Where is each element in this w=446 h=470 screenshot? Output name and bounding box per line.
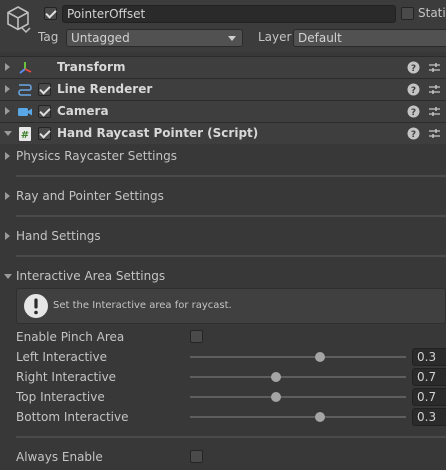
inspector-header: PointerOffset Static Tag Untagged Layer … — [0, 0, 446, 52]
top-interactive-label: Top Interactive — [16, 390, 105, 404]
foldout-title: Ray and Pointer Settings — [16, 189, 164, 203]
foldout-arrow-icon[interactable] — [5, 63, 10, 71]
section-divider — [16, 215, 446, 217]
layer-dropdown[interactable]: Default — [293, 29, 446, 47]
bottom-interactive-slider[interactable] — [190, 416, 406, 418]
component-transform[interactable]: Transform ? — [0, 56, 446, 78]
component-enabled-checkbox[interactable] — [38, 127, 51, 140]
info-icon — [24, 294, 48, 318]
camera-icon — [18, 108, 32, 116]
script-icon: # — [19, 127, 31, 141]
preset-settings-icon[interactable] — [428, 127, 441, 140]
preset-settings-icon[interactable] — [428, 83, 441, 96]
foldout-arrow-icon[interactable] — [4, 131, 12, 136]
component-title: Hand Raycast Pointer (Script) — [57, 126, 259, 140]
foldout-physics-raycaster-settings[interactable]: Physics Raycaster Settings — [0, 147, 446, 167]
component-enabled-checkbox[interactable] — [38, 105, 51, 118]
tag-label: Tag — [38, 30, 59, 44]
top-interactive-slider[interactable] — [190, 396, 406, 398]
static-label: Static — [418, 6, 446, 20]
component-title: Transform — [57, 60, 126, 74]
component-camera[interactable]: Camera ? — [0, 100, 446, 122]
bottom-interactive-value[interactable]: 0.3 — [412, 408, 446, 426]
section-divider — [16, 255, 446, 257]
static-checkbox[interactable] — [401, 7, 414, 20]
tag-value: Untagged — [71, 31, 130, 45]
layer-value: Default — [298, 31, 342, 45]
component-title: Camera — [57, 104, 109, 118]
foldout-arrow-icon[interactable] — [5, 232, 10, 240]
svg-text:?: ? — [411, 64, 416, 74]
help-icon[interactable]: ? — [407, 61, 420, 74]
bottom-interactive-label: Bottom Interactive — [16, 410, 129, 424]
slider-thumb[interactable] — [314, 412, 325, 422]
help-icon[interactable]: ? — [407, 105, 420, 118]
foldout-arrow-icon[interactable] — [5, 85, 10, 93]
section-divider — [16, 175, 446, 177]
help-text: Set the Interactive area for raycast. — [53, 300, 232, 311]
top-interactive-value[interactable]: 0.7 — [412, 388, 446, 406]
tag-dropdown[interactable]: Untagged — [66, 29, 243, 47]
svg-text:?: ? — [411, 130, 416, 140]
component-title: Line Renderer — [57, 82, 153, 96]
help-icon[interactable]: ? — [407, 127, 420, 140]
foldout-arrow-icon[interactable] — [5, 107, 10, 115]
left-interactive-value[interactable]: 0.3 — [412, 348, 446, 366]
foldout-arrow-icon[interactable] — [5, 152, 10, 160]
foldout-title: Interactive Area Settings — [16, 269, 166, 283]
foldout-hand-settings[interactable]: Hand Settings — [0, 227, 446, 247]
dropdown-arrow-icon — [228, 36, 236, 41]
right-interactive-slider[interactable] — [190, 376, 406, 378]
enable-pinch-area-label: Enable Pinch Area — [16, 330, 125, 344]
preset-settings-icon[interactable] — [428, 105, 441, 118]
enable-pinch-area-checkbox[interactable] — [190, 330, 203, 343]
svg-text:?: ? — [411, 108, 416, 118]
foldout-interactive-area-settings[interactable]: Interactive Area Settings — [0, 267, 446, 287]
foldout-arrow-icon[interactable] — [5, 192, 10, 200]
slider-thumb[interactable] — [271, 372, 282, 382]
always-enable-checkbox[interactable] — [190, 450, 203, 463]
left-interactive-slider[interactable] — [190, 356, 406, 358]
layer-label: Layer — [258, 30, 292, 44]
component-hand-raycast-pointer[interactable]: # Hand Raycast Pointer (Script) ? — [0, 122, 446, 144]
chevron-down-icon[interactable] — [21, 26, 31, 34]
object-name-field[interactable]: PointerOffset — [62, 5, 396, 23]
transform-icon — [19, 62, 32, 74]
section-divider — [16, 436, 446, 438]
preset-settings-icon[interactable] — [428, 61, 441, 74]
foldout-title: Physics Raycaster Settings — [16, 149, 177, 163]
slider-thumb[interactable] — [271, 392, 282, 402]
info-help-box: Set the Interactive area for raycast. — [16, 288, 446, 324]
slider-thumb[interactable] — [314, 352, 325, 362]
foldout-arrow-icon[interactable] — [4, 274, 12, 279]
always-enable-label: Always Enable — [16, 450, 103, 464]
foldout-title: Hand Settings — [16, 229, 101, 243]
component-enabled-checkbox[interactable] — [38, 83, 51, 96]
foldout-ray-and-pointer-settings[interactable]: Ray and Pointer Settings — [0, 187, 446, 207]
help-icon[interactable]: ? — [407, 83, 420, 96]
left-interactive-label: Left Interactive — [16, 350, 108, 364]
component-line-renderer[interactable]: Line Renderer ? — [0, 78, 446, 100]
line-renderer-icon — [18, 84, 32, 96]
svg-text:?: ? — [411, 86, 416, 96]
right-interactive-label: Right Interactive — [16, 370, 117, 384]
active-checkbox[interactable] — [44, 7, 57, 20]
svg-text:#: # — [21, 130, 29, 141]
right-interactive-value[interactable]: 0.7 — [412, 368, 446, 386]
